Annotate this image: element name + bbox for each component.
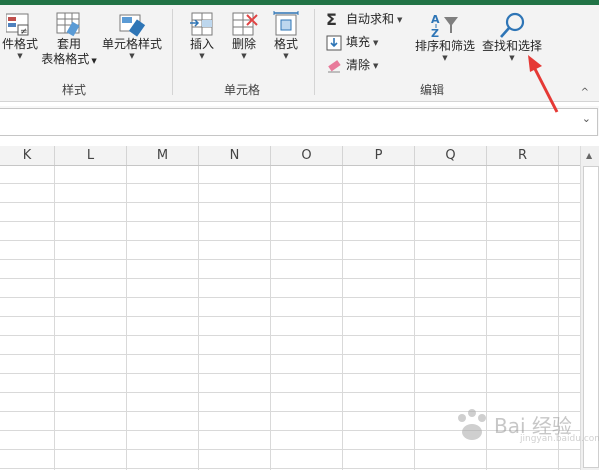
fill-label: 填充	[346, 35, 371, 49]
editing-group-label: 编辑	[420, 83, 445, 97]
chevron-down-icon: ▼	[91, 57, 97, 65]
chevron-down-icon: ▼	[373, 38, 379, 47]
column-header-n[interactable]: N	[199, 146, 271, 165]
clear-button[interactable]: 清除 ▼	[326, 55, 378, 75]
cell-styles-button[interactable]: 单元格样式 ▼	[100, 11, 164, 61]
conditional-formatting-icon: ≠	[6, 13, 29, 37]
column-header-row: K L M N O P Q R	[0, 146, 580, 166]
conditional-formatting-label: 件格式	[1, 37, 38, 51]
column-header-l[interactable]: L	[55, 146, 127, 165]
chevron-down-icon: ▼	[199, 52, 205, 60]
clear-label: 清除	[346, 58, 371, 72]
paw-logo-icon	[458, 409, 486, 440]
svg-text:≠: ≠	[20, 27, 28, 37]
format-cells-icon	[273, 11, 299, 36]
cells-group-label: 单元格	[224, 83, 261, 97]
chevron-down-icon: ▼	[283, 52, 289, 60]
insert-button[interactable]: 插入 ▼	[184, 11, 220, 61]
chevron-down-icon: ▼	[241, 52, 247, 60]
column-header-o[interactable]: O	[271, 146, 343, 165]
expand-formula-bar-button[interactable]: ⌄	[582, 112, 591, 125]
styles-group-label: 样式	[62, 83, 87, 97]
formula-input[interactable]	[0, 108, 598, 136]
chevron-down-icon: ▼	[129, 52, 135, 60]
sort-filter-button[interactable]: A Z 排序和筛选 ▼	[414, 11, 476, 63]
chevron-down-icon: ▼	[509, 54, 515, 62]
baidu-watermark: Bai 经验 jingyan.baidu.com	[452, 404, 599, 448]
format-as-table-label-1: 套用	[56, 37, 81, 51]
fill-down-icon	[326, 35, 342, 50]
chevron-down-icon: ▼	[397, 15, 403, 24]
delete-cells-icon	[232, 12, 258, 36]
watermark-url: jingyan.baidu.com	[520, 434, 599, 444]
ribbon: ≠ 件格式 ▼ 套用 表格格式 ▼ 单元格样式 ▼ 样式 插入 ▼ 删除 ▼ 格…	[0, 5, 599, 102]
chevron-down-icon: ▼	[373, 61, 379, 70]
collapse-ribbon-button[interactable]: ^	[581, 87, 589, 98]
delete-button[interactable]: 删除 ▼	[226, 11, 262, 61]
column-header-r[interactable]: R	[487, 146, 559, 165]
svg-text:Z: Z	[431, 27, 439, 39]
find-select-button[interactable]: 查找和选择 ▼	[480, 11, 544, 63]
chevron-down-icon: ▼	[442, 54, 448, 62]
find-select-label: 查找和选择	[481, 39, 542, 53]
format-label: 格式	[273, 37, 298, 51]
fill-button[interactable]: 填充 ▼	[326, 32, 378, 52]
sigma-icon: Σ	[326, 9, 337, 29]
chevron-down-icon: ▼	[17, 52, 23, 60]
delete-label: 删除	[231, 37, 256, 51]
insert-label: 插入	[189, 37, 214, 51]
autosum-button[interactable]: Σ 自动求和 ▼	[326, 9, 402, 29]
format-as-table-button[interactable]: 套用 表格格式 ▼	[40, 11, 98, 69]
cell-styles-icon	[119, 14, 146, 37]
insert-cells-icon	[190, 12, 213, 36]
column-header-k[interactable]: K	[0, 146, 55, 165]
sort-filter-label: 排序和筛选	[414, 39, 475, 53]
cell-styles-label: 单元格样式	[101, 37, 162, 51]
eraser-icon	[328, 59, 341, 72]
group-separator	[314, 9, 315, 95]
scroll-up-icon[interactable]: ▲	[586, 151, 592, 160]
column-header-p[interactable]: P	[343, 146, 415, 165]
magnifier-icon	[500, 12, 525, 38]
formula-bar: ⌄	[0, 106, 599, 136]
sort-filter-icon: A Z	[431, 13, 458, 39]
group-separator	[172, 9, 173, 95]
conditional-formatting-button[interactable]: ≠ 件格式 ▼	[0, 11, 40, 61]
column-header-m[interactable]: M	[127, 146, 199, 165]
format-as-table-label-2: 表格格式	[41, 52, 90, 66]
format-button[interactable]: 格式 ▼	[268, 11, 304, 61]
column-header-q[interactable]: Q	[415, 146, 487, 165]
format-as-table-icon	[56, 12, 80, 37]
autosum-label: 自动求和	[346, 12, 395, 26]
